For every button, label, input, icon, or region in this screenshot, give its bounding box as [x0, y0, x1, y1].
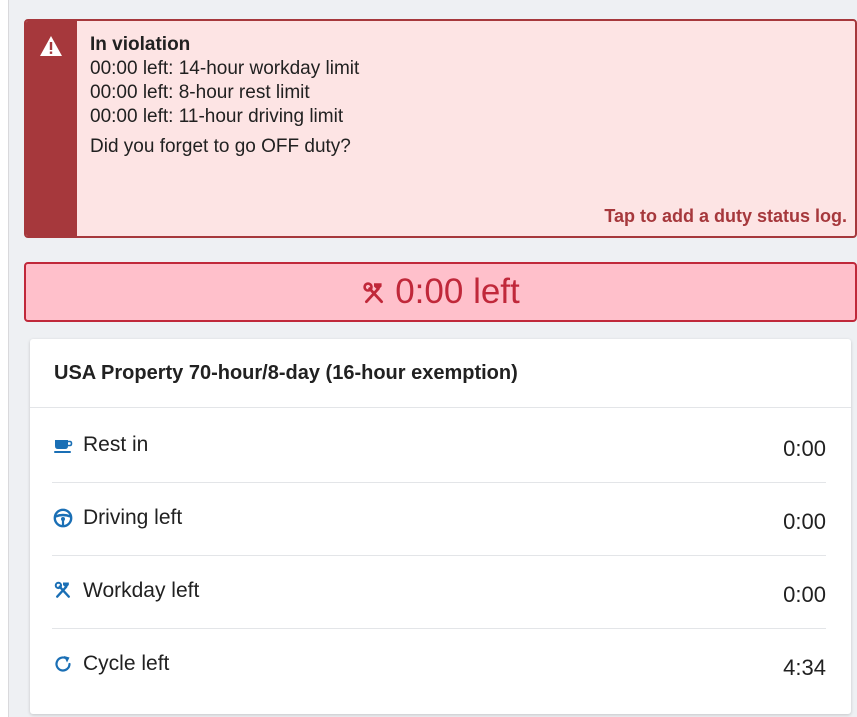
time-left-text: 0:00 left: [395, 272, 520, 311]
hammer-wrench-icon: [54, 581, 70, 598]
cycle-arrow-icon: [55, 656, 71, 672]
ruleset-header: USA Property 70-hour/8-day (16-hour exem…: [30, 339, 851, 408]
workday-left-label: Workday left: [83, 579, 200, 602]
alert-accent-strip: [26, 21, 77, 236]
row-rest-in: Rest in 0:00: [52, 410, 826, 483]
content-area: In violation 00:00 left: 14-hour workday…: [9, 0, 857, 717]
alert-question: Did you forget to go OFF duty?: [90, 136, 351, 157]
driving-left-value: 0:00: [783, 509, 826, 534]
cycle-left-label: Cycle left: [83, 652, 170, 675]
ruleset-title: USA Property 70-hour/8-day (16-hour exem…: [54, 362, 518, 384]
cycle-left-value: 4:34: [783, 655, 826, 680]
rest-in-label: Rest in: [83, 433, 149, 456]
alert-line-driving: 00:00 left: 11-hour driving limit: [90, 106, 344, 127]
ruleset-card: USA Property 70-hour/8-day (16-hour exem…: [30, 339, 851, 714]
left-edge-border: [0, 0, 9, 717]
alert-line-workday: 00:00 left: 14-hour workday limit: [90, 58, 360, 79]
warning-icon: [40, 36, 62, 56]
rest-in-value: 0:00: [783, 436, 826, 461]
steering-wheel-icon: [53, 508, 73, 528]
driving-left-label: Driving left: [83, 506, 183, 529]
alert-line-rest: 00:00 left: 8-hour rest limit: [90, 82, 310, 103]
violation-alert[interactable]: In violation 00:00 left: 14-hour workday…: [24, 19, 857, 238]
add-duty-status-log-link[interactable]: Tap to add a duty status log.: [604, 206, 847, 227]
row-workday-left: Workday left 0:00: [52, 556, 826, 629]
coffee-cup-icon: [54, 440, 73, 453]
time-left-banner: 0:00 left: [24, 262, 857, 322]
row-driving-left: Driving left 0:00: [52, 483, 826, 556]
alert-title: In violation: [90, 34, 191, 55]
hammer-wrench-icon: [363, 282, 384, 304]
row-cycle-left: Cycle left 4:34: [52, 629, 826, 702]
alert-body: In violation 00:00 left: 14-hour workday…: [90, 33, 847, 236]
workday-left-value: 0:00: [783, 582, 826, 607]
